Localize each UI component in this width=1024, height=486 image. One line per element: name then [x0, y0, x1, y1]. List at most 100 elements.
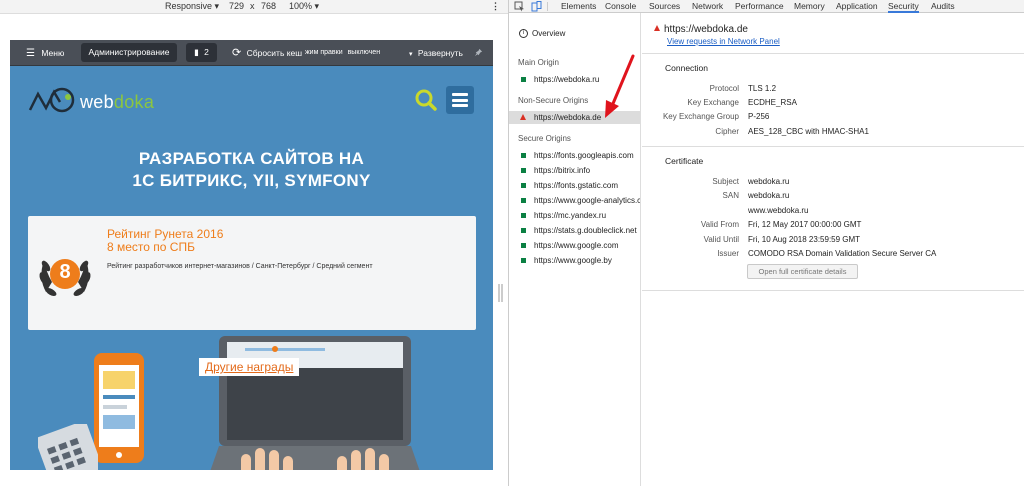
section-divider [642, 53, 1024, 54]
origin-label: https://bitrix.info [534, 166, 591, 175]
certificate-label: Subject [712, 177, 739, 186]
counter-button[interactable]: ▮ 2 [186, 43, 217, 62]
connection-value: ECDHE_RSA [748, 98, 797, 107]
bitrix-admin-panel: ☰ Меню Администрирование ▮ 2 ⟳ Сбросить … [10, 40, 493, 66]
connection-label: Cipher [715, 127, 739, 136]
origin-label: https://www.google.com [534, 241, 619, 250]
webdoka-logo[interactable]: webdoka [28, 86, 154, 116]
origin-item-secure[interactable]: https://www.google-analytics.com [509, 194, 640, 207]
info-icon: i [519, 29, 528, 38]
admin-button[interactable]: Администрирование [81, 43, 177, 62]
zoom-label: 100% [289, 1, 313, 11]
panel-resize-handle[interactable] [496, 282, 506, 304]
origin-label: https://stats.g.doubleclick.net [534, 226, 637, 235]
network-panel-link[interactable]: View requests in Network Panel [667, 37, 780, 46]
tab-console[interactable]: Console [605, 0, 636, 13]
secure-square-icon [521, 77, 526, 82]
award-title-1: Рейтинг Рунета 2016 [107, 227, 224, 241]
medal-number: 8 [59, 261, 71, 283]
more-awards-link[interactable]: Другие награды [199, 358, 300, 376]
secure-square-icon [521, 153, 526, 158]
search-icon[interactable] [414, 88, 438, 112]
emulation-toolbar: Responsive ▾ 729 x 768 100% ▾ ⋮ [0, 0, 508, 14]
security-main-pane: https://webdoka.de View requests in Netw… [642, 13, 1024, 486]
chevron-down-icon: ▾ [409, 51, 413, 58]
origin-item-secure[interactable]: https://bitrix.info [509, 164, 640, 177]
inspect-element-icon[interactable] [514, 1, 525, 12]
tab-separator [547, 2, 548, 11]
reset-cache-button[interactable]: ⟳ Сбросить кеш [232, 40, 302, 66]
origin-label: https://fonts.googleapis.com [534, 151, 634, 160]
more-options-icon[interactable]: ⋮ [491, 1, 500, 12]
hamburger-icon: ☰ [26, 48, 35, 59]
calculator-illustration [35, 421, 104, 470]
menu-label: Меню [41, 48, 65, 58]
origin-label: https://www.google.by [534, 256, 612, 265]
certificate-label: SAN [722, 191, 739, 200]
logo-text-web: web [80, 92, 114, 112]
width-input[interactable]: 729 [229, 1, 244, 11]
app-window: Responsive ▾ 729 x 768 100% ▾ ⋮ ☰ Меню А… [0, 0, 1024, 486]
headline-line-2: 1С БИТРИКС, YII, SYMFONY [132, 171, 371, 190]
device-toolbar-icon[interactable] [531, 1, 542, 12]
tab-network[interactable]: Network [692, 0, 723, 13]
origin-title: https://webdoka.de [654, 24, 748, 35]
open-certificate-button[interactable]: Open full certificate details [747, 264, 858, 279]
warning-triangle-icon [520, 114, 526, 120]
devtools-tabbar: Elements Console Sources Network Perform… [509, 0, 1024, 13]
site-menu-icon[interactable] [446, 86, 474, 114]
origin-item-secure[interactable]: https://www.google.com [509, 239, 640, 252]
origin-item-secure[interactable]: https://fonts.googleapis.com [509, 149, 640, 162]
annotation-arrow-icon [605, 54, 635, 118]
headline-line-1: РАЗРАБОТКА САЙТОВ НА [138, 149, 365, 168]
reset-cache-label: Сбросить кеш [246, 48, 303, 58]
tab-audits[interactable]: Audits [931, 0, 955, 13]
hero-headline: РАЗРАБОТКА САЙТОВ НА 1С БИТРИКС, YII, SY… [10, 148, 493, 192]
origin-item-secure[interactable]: https://www.google.by [509, 254, 640, 267]
website-content: webdoka РАЗРАБОТКА САЙТОВ НА 1С БИТРИКС,… [10, 66, 493, 470]
edit-mode-toggle[interactable]: жим правки выключен [305, 40, 380, 66]
menu-button[interactable]: ☰ Меню [26, 40, 64, 66]
laurel-medal-icon: 8 [36, 242, 94, 304]
logo-mark-icon [28, 87, 75, 113]
tab-application[interactable]: Application [836, 0, 878, 13]
tab-performance[interactable]: Performance [735, 0, 784, 13]
height-input[interactable]: 768 [261, 1, 276, 11]
tab-security[interactable]: Security [888, 0, 919, 13]
connection-label: Key Exchange Group [662, 112, 739, 121]
origin-item-secure[interactable]: https://fonts.gstatic.com [509, 179, 640, 192]
zoom-select[interactable]: 100% ▾ [289, 1, 319, 12]
expand-button[interactable]: ▾ Развернуть [409, 40, 463, 66]
certificate-value: www.webdoka.ru [748, 206, 809, 215]
secure-square-icon [521, 168, 526, 173]
section-divider [642, 290, 1024, 291]
tab-memory[interactable]: Memory [794, 0, 825, 13]
overview-label: Overview [532, 29, 566, 38]
origin-label: https://webdoka.ru [534, 75, 600, 84]
warning-triangle-icon [654, 25, 660, 31]
devtools-panel: Elements Console Sources Network Perform… [508, 0, 1024, 486]
dimension-times: x [250, 1, 255, 11]
device-select[interactable]: Responsive ▾ [165, 1, 219, 12]
certificate-value: webdoka.ru [748, 177, 790, 186]
page-viewport: ☰ Меню Администрирование ▮ 2 ⟳ Сбросить … [10, 40, 493, 470]
non-secure-header: Non-Secure Origins [518, 96, 589, 105]
certificate-value: webdoka.ru [748, 191, 790, 200]
certificate-value: Fri, 10 Aug 2018 23:59:59 GMT [748, 235, 861, 244]
pin-icon[interactable] [474, 40, 483, 66]
certificate-label: Valid From [700, 220, 739, 229]
secure-square-icon [521, 243, 526, 248]
logo-text-doka: doka [113, 92, 155, 112]
award-title-2: 8 место по СПБ [107, 240, 195, 254]
award-card: 8 Рейтинг Рунета 2016 8 место по СПБ Рей… [28, 216, 476, 330]
refresh-icon: ⟳ [232, 47, 242, 59]
tab-elements[interactable]: Elements [561, 0, 596, 13]
origin-item-secure[interactable]: https://mc.yandex.ru [509, 209, 640, 222]
connection-value: P-256 [748, 112, 770, 121]
overview-item[interactable]: i Overview [518, 27, 565, 40]
tab-sources[interactable]: Sources [649, 0, 680, 13]
origin-item-secure[interactable]: https://stats.g.doubleclick.net [509, 224, 640, 237]
secure-square-icon [521, 183, 526, 188]
connection-title: Connection [665, 63, 709, 73]
device-label: Responsive [165, 1, 213, 11]
